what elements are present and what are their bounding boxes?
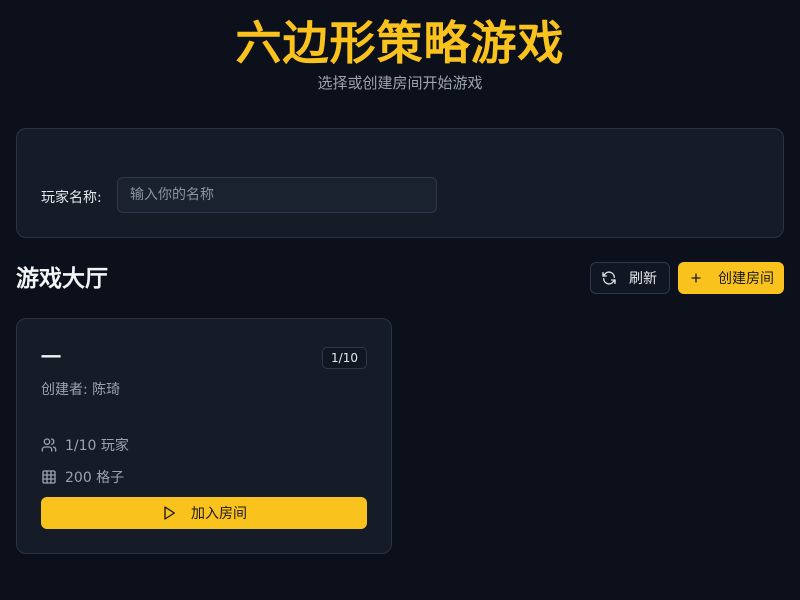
room-players-stat: 1/10 玩家 xyxy=(41,435,129,455)
play-icon xyxy=(161,505,177,521)
lobby-page: 六边形策略游戏 选择或创建房间开始游戏 玩家名称: 游戏大厅 刷新 创建房间 一 xyxy=(0,0,800,600)
plus-icon xyxy=(688,270,704,286)
room-cells-text: 200 格子 xyxy=(65,470,125,486)
lobby-title: 游戏大厅 xyxy=(16,266,108,292)
users-icon xyxy=(41,437,57,453)
room-name: 一 xyxy=(41,345,61,369)
room-player-count-badge: 1/10 xyxy=(322,347,367,369)
room-card: 一 1/10 创建者: 陈琦 1/10 玩家 200 格子 加入房间 xyxy=(16,318,392,554)
page-subtitle: 选择或创建房间开始游戏 xyxy=(317,74,483,92)
page-title: 六边形策略游戏 xyxy=(235,16,565,70)
join-room-button[interactable]: 加入房间 xyxy=(41,497,367,529)
refresh-icon xyxy=(601,270,617,286)
room-players-text: 1/10 玩家 xyxy=(65,438,129,454)
header: 六边形策略游戏 选择或创建房间开始游戏 xyxy=(0,14,800,93)
player-name-card: 玩家名称: xyxy=(16,128,784,238)
join-room-label: 加入房间 xyxy=(191,506,247,522)
refresh-button-label: 刷新 xyxy=(629,271,657,287)
grid-icon xyxy=(41,469,57,485)
create-room-label: 创建房间 xyxy=(718,271,774,287)
refresh-button[interactable]: 刷新 xyxy=(590,262,670,294)
room-cells-stat: 200 格子 xyxy=(41,467,124,487)
create-room-button[interactable]: 创建房间 xyxy=(678,262,784,294)
player-name-input[interactable] xyxy=(117,177,437,213)
player-name-label: 玩家名称: xyxy=(41,190,102,206)
room-creator: 创建者: 陈琦 xyxy=(41,382,121,398)
